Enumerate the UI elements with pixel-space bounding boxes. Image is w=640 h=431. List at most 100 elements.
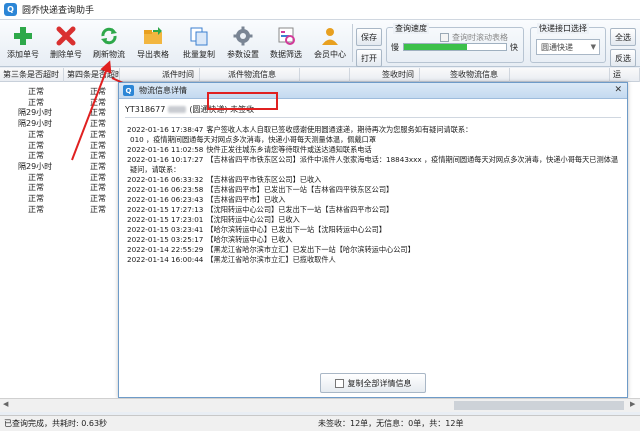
log-time: 2022-01-16 06:23:58 (127, 185, 204, 194)
delete-tracking-button[interactable]: 删除单号 (47, 22, 85, 64)
refresh-icon (98, 25, 120, 47)
redacted-tracking-digits (168, 106, 187, 113)
log-time: 2022-01-16 06:23:43 (127, 195, 204, 204)
table-cell-fourth-timeout[interactable]: 正常 (90, 204, 106, 215)
log-text: 【哈尔滨转运中心】已发出下一站【沈阳转运中心公司】 (206, 225, 387, 234)
toolbar-divider (352, 24, 353, 62)
header-fourth-timeout[interactable]: 第四条是否超时 (64, 68, 120, 82)
table-cell-fourth-timeout[interactable]: 正常 (90, 140, 106, 151)
log-line: 2022-01-16 06:23:58 【吉林省四平市】已发出下一站【吉林省四平铁… (127, 185, 619, 195)
refresh-logistics-button[interactable]: 刷新物流 (90, 22, 128, 64)
log-line: 010 ，疫情期间圆通每天对网点多次消毒，快递小哥每天测量体温，佩戴口罩 (127, 135, 619, 145)
table-header: 第三条是否超时 第四条是否超时 派件时间 派件物流信息 签收时间 签收物流信息 … (0, 68, 640, 82)
header-sign-info[interactable]: 签收物流信息 (420, 68, 510, 82)
scroll-table-label: 查询时滚动表格 (452, 33, 508, 42)
log-time: 2022-01-15 17:27:13 (127, 205, 204, 214)
log-line: 2022-01-16 17:38:47 客户签收人本人自取已签收感谢使用圆通速递，… (127, 125, 619, 135)
table-cell-third-timeout[interactable]: 正常 (28, 129, 44, 140)
copy-icon (334, 378, 344, 388)
table-cell-third-timeout[interactable]: 正常 (28, 193, 44, 204)
table-cell-fourth-timeout[interactable]: 正常 (90, 107, 106, 118)
invert-selection-button[interactable]: 反选 (610, 49, 636, 67)
log-time: 2022-01-16 17:38:47 (127, 125, 204, 134)
log-line: 2022-01-14 16:00:44 【黑龙江省哈尔滨市立汇】已揽收取件人 (127, 255, 619, 265)
log-time: 2022-01-14 16:00:44 (127, 255, 204, 264)
table-cell-fourth-timeout[interactable]: 正常 (90, 150, 106, 161)
header-third-timeout[interactable]: 第三条是否超时 (0, 68, 64, 82)
close-icon[interactable]: ✕ (614, 85, 622, 95)
log-time: 2022-01-14 22:55:29 (127, 245, 204, 254)
window-title: 圆乔快递查询助手 (22, 6, 95, 16)
copy-all-details-button[interactable]: 复制全部详情信息 (320, 373, 426, 393)
batch-copy-button[interactable]: 批量复制 (180, 22, 218, 64)
log-line: 2022-01-15 17:23:01 【沈阳转运中心公司】已收入 (127, 215, 619, 225)
table-cell-third-timeout[interactable]: 隔29小时 (18, 161, 52, 172)
log-text: 010 ，疫情期间圆通每天对网点多次消毒，快递小哥每天测量体温，佩戴口罩 (130, 135, 377, 144)
plus-icon (12, 25, 34, 47)
table-cell-third-timeout[interactable]: 正常 (28, 140, 44, 151)
table-cell-fourth-timeout[interactable]: 正常 (90, 172, 106, 183)
log-line: 2022-01-15 03:23:41 【哈尔滨转运中心】已发出下一站【沈阳转运中… (127, 225, 619, 235)
open-button[interactable]: 打开 (356, 49, 382, 67)
logistics-log: 2022-01-16 17:38:47 客户签收人本人自取已签收感谢使用圆通速递，… (127, 125, 619, 265)
add-tracking-button[interactable]: 添加单号 (4, 22, 42, 64)
table-cell-third-timeout[interactable]: 正常 (28, 182, 44, 193)
header-shipping[interactable]: 运 (610, 68, 640, 82)
log-text: 【沈阳转运中心公司】已收入 (206, 215, 300, 224)
scrollbar-thumb[interactable] (454, 401, 624, 410)
log-text: 【黑龙江省哈尔滨市立汇】已揽收取件人 (206, 255, 336, 264)
log-time: 2022-01-15 03:23:41 (127, 225, 204, 234)
log-text: 【吉林省四平市】已发出下一站【吉林省四平铁东区公司】 (206, 185, 394, 194)
settings-button[interactable]: 参数设置 (224, 22, 262, 64)
table-cell-fourth-timeout[interactable]: 正常 (90, 86, 106, 97)
logistics-detail-dialog: Q 物流信息详情 ✕ YT318677 (圆通快递) 未签收 2022-01-1… (118, 82, 628, 398)
header-sign-time[interactable]: 签收时间 (350, 68, 420, 82)
save-button[interactable]: 保存 (356, 28, 382, 46)
speed-slow-label: 慢 (391, 43, 399, 52)
status-highlight-box (207, 92, 278, 110)
log-line: 2022-01-15 17:27:13 【沈阳转运中心公司】已发出下一站【吉林省四… (127, 205, 619, 215)
data-filter-button[interactable]: 数据筛选 (267, 22, 305, 64)
courier-api-select[interactable]: 圆通快递 ▼ (536, 39, 600, 55)
log-line: 疑问，请联系： (127, 165, 619, 175)
select-all-button[interactable]: 全选 (610, 28, 636, 46)
table-cell-third-timeout[interactable]: 正常 (28, 150, 44, 161)
header-dispatch-info[interactable]: 派件物流信息 (200, 68, 300, 82)
log-text: 【沈阳转运中心公司】已发出下一站【吉林省四平市公司】 (206, 205, 394, 214)
table-cell-third-timeout[interactable]: 正常 (28, 172, 44, 183)
dialog-title-bar: Q 物流信息详情 ✕ (119, 83, 627, 99)
horizontal-scrollbar[interactable]: ◀ ▶ (0, 398, 640, 412)
log-time: 2022-01-15 03:25:17 (127, 235, 204, 244)
scroll-table-checkbox[interactable] (440, 33, 449, 42)
table-cell-fourth-timeout[interactable]: 正常 (90, 97, 106, 108)
table-cell-fourth-timeout[interactable]: 正常 (90, 193, 106, 204)
query-speed-slider[interactable] (403, 43, 507, 51)
scroll-right-icon[interactable]: ▶ (630, 400, 635, 408)
log-text: 【吉林省四平市铁东区公司】派件中派件人张家海电话：18843xxx ，疫情期间圆… (206, 155, 619, 164)
title-bar: Q 圆乔快递查询助手 (0, 0, 640, 20)
table-cell-fourth-timeout[interactable]: 正常 (90, 161, 106, 172)
log-text: 【吉林省四平市铁东区公司】已收入 (206, 175, 322, 184)
table-cell-fourth-timeout[interactable]: 正常 (90, 129, 106, 140)
table-cell-fourth-timeout[interactable]: 正常 (90, 182, 106, 193)
table-cell-third-timeout[interactable]: 正常 (28, 86, 44, 97)
tracking-number: YT318677 (125, 105, 166, 114)
filter-icon (275, 25, 297, 47)
member-icon (319, 25, 341, 47)
copy-icon (188, 25, 210, 47)
table-cell-third-timeout[interactable]: 正常 (28, 204, 44, 215)
export-table-button[interactable]: 导出表格 (134, 22, 172, 64)
log-text: 【黑龙江省哈尔滨市立汇】已发出下一站【哈尔滨转运中心公司】 (206, 245, 415, 254)
table-cell-third-timeout[interactable]: 正常 (28, 97, 44, 108)
delete-x-icon (55, 25, 77, 47)
header-dispatch-time[interactable]: 派件时间 (120, 68, 200, 82)
header-blank-1 (300, 68, 350, 82)
log-line: 2022-01-16 06:33:32 【吉林省四平市铁东区公司】已收入 (127, 175, 619, 185)
table-cell-third-timeout[interactable]: 隔29小时 (18, 118, 52, 129)
table-cell-third-timeout[interactable]: 隔29小时 (18, 107, 52, 118)
table-cell-fourth-timeout[interactable]: 正常 (90, 118, 106, 129)
speed-fast-label: 快 (510, 43, 518, 52)
speed-slider-fill (404, 44, 468, 50)
member-center-button[interactable]: 会员中心 (311, 22, 349, 64)
scroll-left-icon[interactable]: ◀ (3, 400, 8, 408)
